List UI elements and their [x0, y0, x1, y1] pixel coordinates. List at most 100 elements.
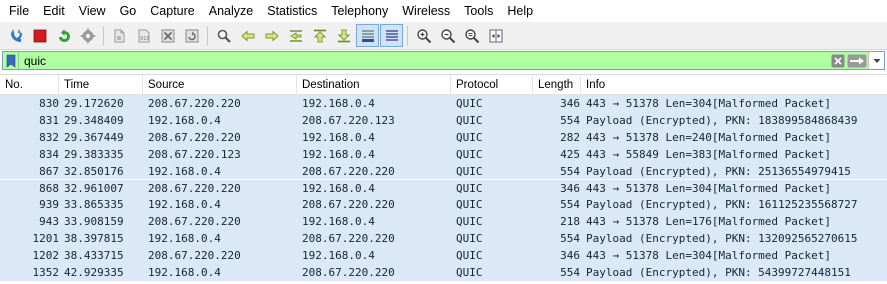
- column-header-source[interactable]: Source: [143, 75, 297, 95]
- packet-cell-protocol: QUIC: [456, 215, 483, 229]
- packet-cell-source: 208.67.220.220: [148, 130, 241, 144]
- packet-cell-no: 939: [39, 198, 59, 212]
- packet-cell-time: 29.348409: [64, 113, 124, 127]
- colorize-icon: [385, 29, 398, 41]
- menu-view[interactable]: View: [72, 0, 113, 22]
- close-file-button[interactable]: [156, 24, 179, 47]
- packet-cell-length: 554: [560, 266, 580, 279]
- packet-row[interactable]: 939 33.865335 192.168.0.4 208.67.220.220 QUI…: [0, 196, 887, 214]
- menu-statistics[interactable]: Statistics: [260, 0, 324, 22]
- packet-cell-destination: 192.168.0.4: [302, 181, 375, 195]
- menu-go[interactable]: Go: [113, 0, 144, 22]
- open-file-button[interactable]: [108, 24, 131, 47]
- restart-capture-icon: [58, 28, 70, 42]
- go-to-packet-button[interactable]: [284, 24, 307, 47]
- filter-history-dropdown[interactable]: [868, 52, 884, 69]
- packet-cell-length: 346: [560, 97, 580, 110]
- go-first-icon: [313, 29, 326, 42]
- zoom-out-icon: [440, 28, 455, 43]
- column-header-info[interactable]: Info: [581, 75, 887, 95]
- go-back-button[interactable]: [236, 24, 259, 47]
- packet-cell-length: 425: [560, 147, 580, 161]
- packet-cell-destination: 192.168.0.4: [302, 215, 375, 229]
- find-packet-button[interactable]: [212, 24, 235, 47]
- go-last-button[interactable]: [332, 24, 355, 47]
- stop-capture-icon: [33, 29, 46, 42]
- capture-options-button[interactable]: [76, 24, 99, 47]
- packet-cell-length: 554: [560, 113, 580, 127]
- packet-row[interactable]: 834 29.383335 208.67.220.123 192.168.0.4 QUI…: [0, 145, 887, 163]
- column-header-protocol[interactable]: Protocol: [451, 75, 533, 95]
- packet-row[interactable]: 868 32.961007 208.67.220.220 192.168.0.4 QUI…: [0, 179, 887, 197]
- start-capture-button[interactable]: [4, 24, 27, 47]
- stop-capture-button[interactable]: [28, 24, 51, 47]
- packet-row[interactable]: 943 33.908159 208.67.220.220 192.168.0.4 QUI…: [0, 213, 887, 231]
- packet-cell-info: 443 → 51378 Len=176[Malformed Packet]: [586, 215, 832, 229]
- packet-cell-destination: 208.67.220.123: [302, 113, 395, 127]
- packet-row[interactable]: 1352 42.929335 192.168.0.4 208.67.220.220 QU…: [0, 264, 887, 281]
- column-header-no[interactable]: No.: [0, 75, 59, 95]
- zoom-normal-button[interactable]: [460, 24, 483, 47]
- packet-cell-destination: 192.168.0.4: [302, 249, 375, 263]
- menu-help[interactable]: Help: [500, 0, 540, 22]
- packet-cell-time: 38.397815: [64, 232, 124, 246]
- filter-apply-button[interactable]: [846, 52, 868, 69]
- packet-cell-time: 42.929335: [64, 266, 124, 279]
- column-header-time[interactable]: Time: [59, 75, 143, 95]
- packet-cell-destination: 208.67.220.220: [302, 266, 395, 279]
- filter-clear-button[interactable]: [829, 52, 846, 69]
- packet-cell-no: 1201: [32, 232, 60, 246]
- packet-cell-protocol: QUIC: [456, 97, 483, 110]
- menu-tools[interactable]: Tools: [457, 0, 500, 22]
- reload-file-icon: [185, 29, 198, 42]
- zoom-out-button[interactable]: [436, 24, 459, 47]
- packet-cell-destination: 192.168.0.4: [302, 130, 375, 144]
- zoom-in-icon: [416, 28, 431, 43]
- packet-cell-source: 192.168.0.4: [148, 266, 221, 279]
- go-last-icon: [337, 29, 350, 42]
- packet-row[interactable]: 831 29.348409 192.168.0.4 208.67.220.123 QUI…: [0, 111, 887, 129]
- packet-cell-length: 346: [560, 249, 580, 263]
- packet-cell-length: 218: [560, 215, 580, 229]
- packet-row[interactable]: 830 29.172620 208.67.220.220 192.168.0.4 QUI…: [0, 95, 887, 112]
- menu-wireless[interactable]: Wireless: [395, 0, 457, 22]
- save-file-button[interactable]: 010: [132, 24, 155, 47]
- menu-capture[interactable]: Capture: [143, 0, 201, 22]
- packet-cell-length: 346: [560, 181, 580, 195]
- restart-capture-button[interactable]: [52, 24, 75, 47]
- display-filter-input[interactable]: [19, 52, 829, 69]
- packet-row[interactable]: 1201 38.397815 192.168.0.4 208.67.220.220 QU…: [0, 230, 887, 248]
- go-forward-button[interactable]: [260, 24, 283, 47]
- packet-row[interactable]: 867 32.850176 192.168.0.4 208.67.220.220 QUI…: [0, 162, 887, 180]
- column-header-destination[interactable]: Destination: [297, 75, 451, 95]
- menu-telephony[interactable]: Telephony: [324, 0, 395, 22]
- reload-file-button[interactable]: [180, 24, 203, 47]
- packet-cell-destination: 208.67.220.220: [302, 232, 395, 246]
- packet-row[interactable]: 832 29.367449 208.67.220.220 192.168.0.4 QUI…: [0, 128, 887, 146]
- packet-cell-destination: 192.168.0.4: [302, 147, 375, 161]
- go-first-button[interactable]: [308, 24, 331, 47]
- auto-scroll-button[interactable]: [356, 24, 379, 47]
- colorize-button[interactable]: [380, 24, 403, 47]
- zoom-in-button[interactable]: [412, 24, 435, 47]
- packet-cell-length: 554: [560, 198, 580, 212]
- packet-cell-time: 29.367449: [64, 130, 124, 144]
- menu-edit[interactable]: Edit: [36, 0, 72, 22]
- menu-file[interactable]: File: [2, 0, 36, 22]
- packet-row[interactable]: 1202 38.433715 208.67.220.220 192.168.0.4 QU…: [0, 247, 887, 264]
- packet-cell-info: Payload (Encrypted), PKN: 54399727448151: [586, 266, 851, 279]
- zoom-normal-icon: [464, 28, 479, 43]
- resize-columns-button[interactable]: [484, 24, 507, 47]
- packet-cell-protocol: QUIC: [456, 181, 483, 195]
- packet-cell-info: Payload (Encrypted), PKN: 25136554979415: [586, 164, 851, 178]
- filter-bookmark-button[interactable]: [3, 52, 19, 69]
- packet-cell-destination: 192.168.0.4: [302, 97, 375, 110]
- capture-options-icon: [80, 28, 95, 43]
- packet-cell-protocol: QUIC: [456, 249, 483, 263]
- packet-cell-source: 208.67.220.220: [148, 181, 241, 195]
- column-header-length[interactable]: Length: [533, 75, 581, 95]
- menu-analyze[interactable]: Analyze: [202, 0, 260, 22]
- go-forward-icon: [265, 29, 279, 42]
- open-file-icon: [114, 29, 124, 42]
- packet-cell-no: 834: [39, 147, 59, 161]
